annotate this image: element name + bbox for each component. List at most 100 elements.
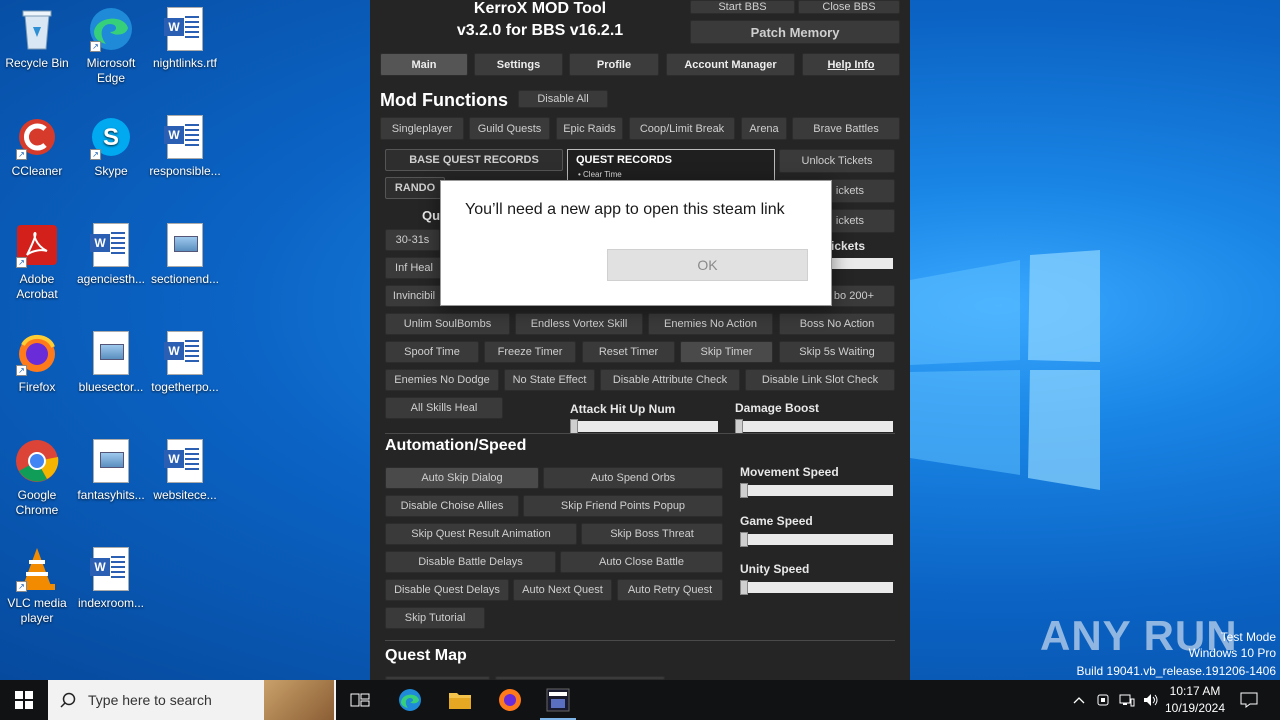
taskbar: Type here to search 10:17 AM 10/19/2024 (0, 680, 1280, 720)
auto-retry-quest-button[interactable]: Auto Retry Quest (617, 579, 723, 601)
base-quest-records-button[interactable]: BASE QUEST RECORDS (385, 149, 563, 171)
slider-knob[interactable] (735, 419, 743, 434)
time-30-31s-button[interactable]: 30-31s (385, 229, 440, 251)
skip-quest-result-animation-button[interactable]: Skip Quest Result Animation (385, 523, 577, 545)
disable-attribute-check-button[interactable]: Disable Attribute Check (600, 369, 740, 391)
skip-boss-threat-button[interactable]: Skip Boss Threat (581, 523, 723, 545)
all-skills-heal-button[interactable]: All Skills Heal (385, 397, 503, 419)
desktop-icon-bluesector[interactable]: bluesector... (74, 330, 148, 395)
desktop-icon-vlc[interactable]: ↗ VLC media player (0, 546, 74, 626)
disable-all-button[interactable]: Disable All (518, 90, 608, 108)
skip-friend-points-popup-button[interactable]: Skip Friend Points Popup (523, 495, 723, 517)
damage-boost-slider[interactable] (735, 419, 893, 434)
patch-memory-button[interactable]: Patch Memory (690, 20, 900, 44)
start-bbs-button[interactable]: Start BBS (690, 0, 795, 14)
disable-link-slot-check-button[interactable]: Disable Link Slot Check (745, 369, 895, 391)
slider-knob[interactable] (740, 483, 748, 498)
tab-help-info[interactable]: Help Info (802, 53, 900, 76)
desktop-icon-google-chrome[interactable]: Google Chrome (0, 438, 74, 518)
desktop-icon-responsible[interactable]: W responsible... (148, 114, 222, 179)
mode-tab-guild-quests[interactable]: Guild Quests (469, 117, 550, 140)
tab-settings[interactable]: Settings (474, 53, 563, 76)
taskbar-clock[interactable]: 10:17 AM 10/19/2024 (1150, 683, 1240, 717)
disable-quest-delays-button[interactable]: Disable Quest Delays (385, 579, 509, 601)
desktop-icon-recycle-bin[interactable]: Recycle Bin (0, 6, 74, 71)
movement-speed-label: Movement Speed (740, 465, 839, 479)
game-speed-slider[interactable] (740, 532, 893, 547)
tab-account-manager[interactable]: Account Manager (666, 53, 795, 76)
close-bbs-button[interactable]: Close BBS (798, 0, 900, 14)
slider-knob[interactable] (570, 419, 578, 434)
reset-timer-button[interactable]: Reset Timer (582, 341, 675, 363)
unlock-tickets-button[interactable]: Unlock Tickets (779, 149, 895, 173)
firefox-icon (499, 689, 521, 711)
unity-speed-slider[interactable] (740, 580, 893, 595)
desktop-icon-label: sectionend... (150, 272, 220, 286)
tab-profile[interactable]: Profile (569, 53, 659, 76)
mode-tab-arena[interactable]: Arena (741, 117, 787, 140)
movement-speed-slider[interactable] (740, 483, 893, 498)
auto-spend-orbs-button[interactable]: Auto Spend Orbs (543, 467, 723, 489)
device-icon (1097, 694, 1109, 706)
windows-logo-wallpaper (910, 250, 1100, 490)
desktop-icon-microsoft-edge[interactable]: ↗ Microsoft Edge (74, 6, 148, 86)
mode-tab-coop-limit-break[interactable]: Coop/Limit Break (629, 117, 735, 140)
enemies-no-dodge-button[interactable]: Enemies No Dodge (385, 369, 499, 391)
show-hidden-icons-button[interactable] (1068, 680, 1090, 720)
task-view-button[interactable] (336, 680, 384, 720)
attack-hit-up-num-slider[interactable] (570, 419, 718, 434)
taskbar-file-explorer[interactable] (436, 680, 484, 720)
damage-boost-label: Damage Boost (735, 401, 820, 415)
mode-tab-epic-raids[interactable]: Epic Raids (556, 117, 623, 140)
network-button[interactable] (1116, 680, 1138, 720)
taskbar-kerrox-mod-tool[interactable] (534, 680, 582, 720)
chrome-icon (14, 438, 60, 484)
auto-close-battle-button[interactable]: Auto Close Battle (560, 551, 723, 573)
desktop-icon-indexroom[interactable]: W indexroom... (74, 546, 148, 611)
quest-records-item[interactable]: • Clear Time (568, 170, 774, 179)
invincible-button[interactable]: Invincibil (385, 285, 443, 307)
skip-tutorial-button[interactable]: Skip Tutorial (385, 607, 485, 629)
desktop-icon-agenciesth[interactable]: W agenciesth... (74, 222, 148, 287)
dialog-ok-button[interactable]: OK (607, 249, 808, 281)
taskbar-edge[interactable] (386, 680, 434, 720)
desktop-icon-skype[interactable]: S ↗ Skype (74, 114, 148, 179)
slider-knob[interactable] (740, 580, 748, 595)
boss-no-action-button[interactable]: Boss No Action (779, 313, 895, 335)
desktop-icon-fantasyhits[interactable]: fantasyhits... (74, 438, 148, 503)
notifications-button[interactable] (1236, 680, 1262, 720)
desktop-icon-sectionend[interactable]: sectionend... (148, 222, 222, 287)
game-speed-label: Game Speed (740, 514, 813, 528)
freeze-timer-button[interactable]: Freeze Timer (484, 341, 576, 363)
desktop-icon-adobe-acrobat[interactable]: ↗ Adobe Acrobat (0, 222, 74, 302)
enemies-no-action-button[interactable]: Enemies No Action (648, 313, 773, 335)
mode-tab-singleplayer[interactable]: Singleplayer (380, 117, 464, 140)
desktop-icon-nightlinks[interactable]: W nightlinks.rtf (148, 6, 222, 71)
tickets-slider[interactable] (831, 258, 893, 269)
desktop-icon-ccleaner[interactable]: ↗ CCleaner (0, 114, 74, 179)
unlim-soulbombs-button[interactable]: Unlim SoulBombs (385, 313, 510, 335)
taskbar-firefox[interactable] (486, 680, 534, 720)
tray-device-icon-button[interactable] (1092, 680, 1114, 720)
taskbar-search-box[interactable]: Type here to search (48, 680, 336, 720)
skip-timer-button[interactable]: Skip Timer (680, 341, 773, 363)
random-button-partial[interactable]: RANDO (385, 177, 445, 199)
endless-vortex-skill-button[interactable]: Endless Vortex Skill (515, 313, 643, 335)
disable-battle-delays-button[interactable]: Disable Battle Delays (385, 551, 556, 573)
auto-next-quest-button[interactable]: Auto Next Quest (513, 579, 612, 601)
desktop-icon-firefox[interactable]: ↗ Firefox (0, 330, 74, 395)
auto-skip-dialog-button[interactable]: Auto Skip Dialog (385, 467, 539, 489)
disable-choise-allies-button[interactable]: Disable Choise Allies (385, 495, 519, 517)
desktop-icon-websitece[interactable]: W websitece... (148, 438, 222, 503)
no-state-effect-button[interactable]: No State Effect (504, 369, 595, 391)
tab-main[interactable]: Main (380, 53, 468, 76)
skip-5s-waiting-button[interactable]: Skip 5s Waiting (779, 341, 895, 363)
start-button[interactable] (0, 680, 48, 720)
slider-knob[interactable] (740, 532, 748, 547)
spoof-time-button[interactable]: Spoof Time (385, 341, 479, 363)
desktop-icon-togetherpo[interactable]: W togetherpo... (148, 330, 222, 395)
word-doc-icon: W (162, 114, 208, 160)
word-doc-icon: W (162, 6, 208, 52)
inf-heal-button[interactable]: Inf Heal (385, 257, 443, 279)
mode-tab-brave-battles[interactable]: Brave Battles (792, 117, 900, 140)
